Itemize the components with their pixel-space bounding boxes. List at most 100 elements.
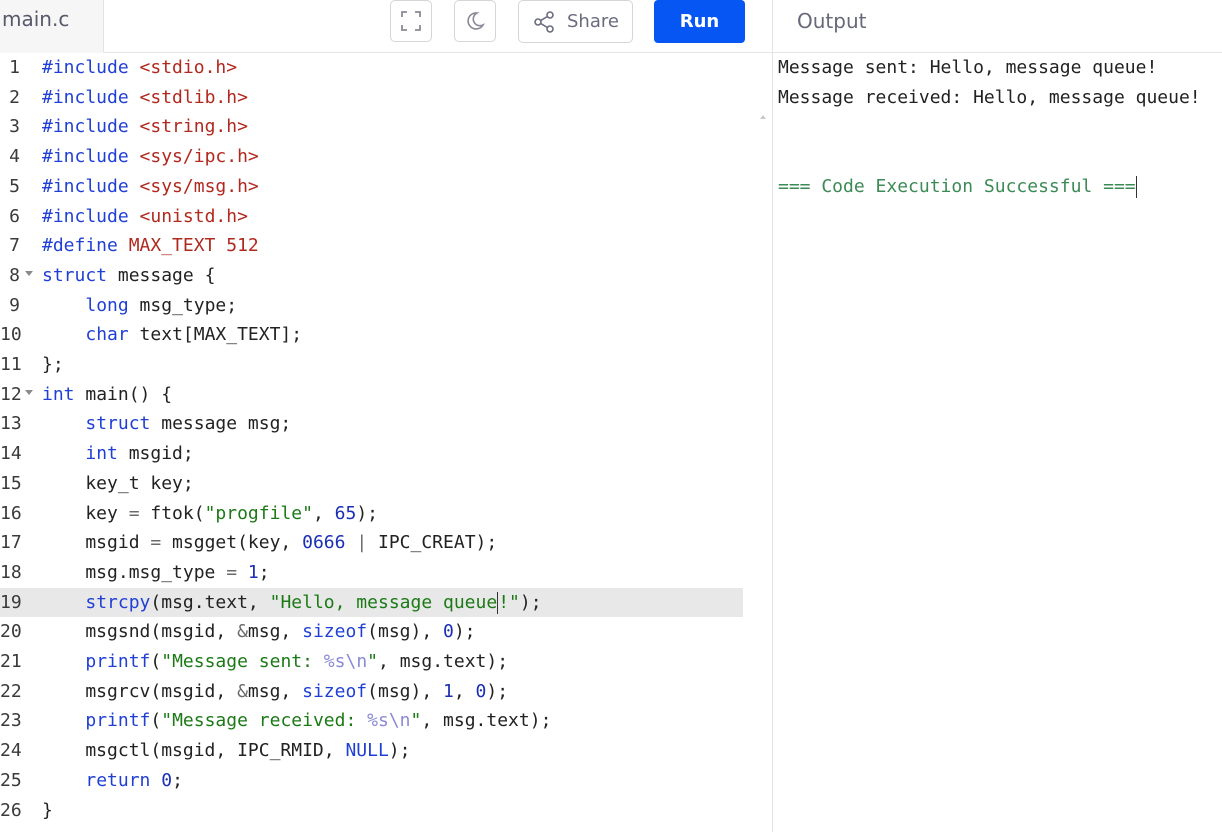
- line-number: 3: [9, 116, 20, 138]
- code-line[interactable]: 21 printf("Message sent: %s\n", msg.text…: [0, 647, 772, 677]
- output-line: Message sent: Hello, message queue!: [778, 57, 1158, 78]
- scroll-up-icon[interactable]: [760, 115, 766, 119]
- line-number: 1: [9, 57, 20, 78]
- line-number: 14: [0, 443, 22, 465]
- code-line[interactable]: 18 msg.msg_type = 1;: [0, 558, 772, 588]
- code-text: #include <stdlib.h>: [42, 86, 248, 108]
- code-text: key_t key;: [42, 472, 194, 494]
- code-line[interactable]: 7 #define MAX_TEXT 512: [0, 231, 772, 261]
- line-number: 17: [0, 532, 22, 554]
- code-line[interactable]: 19 strcpy(msg.text, "Hello, message queu…: [0, 587, 772, 618]
- top-bar: main.c Share Run Output: [0, 0, 1222, 53]
- line-number: 23: [0, 710, 22, 732]
- line-number: 8: [9, 264, 20, 286]
- line-number: 4: [9, 146, 20, 168]
- code-line[interactable]: 24 msgctl(msgid, IPC_RMID, NULL);: [0, 736, 772, 766]
- line-number: 6: [9, 205, 20, 227]
- code-line[interactable]: 3 #include <string.h>: [0, 112, 772, 142]
- code-editor[interactable]: 1 #include <stdio.h> 2 #include <stdlib.h> 3…: [0, 53, 772, 832]
- share-button[interactable]: Share: [518, 0, 633, 43]
- code-text: #include <unistd.h>: [42, 205, 248, 227]
- line-number: 11: [0, 354, 22, 375]
- code-line[interactable]: 10 char text[MAX_TEXT];: [0, 320, 772, 350]
- text-cursor: [1135, 175, 1137, 198]
- code-text: struct message {: [42, 264, 216, 286]
- code-line[interactable]: 8 struct message {: [0, 261, 772, 291]
- code-line[interactable]: 20 msgsnd(msgid, &msg, sizeof(msg), 0);: [0, 617, 772, 647]
- code-line[interactable]: 1 #include <stdio.h>: [0, 53, 772, 83]
- file-tab-label: main.c: [2, 7, 70, 31]
- line-number: 10: [0, 324, 22, 346]
- code-line[interactable]: 12 int main() {: [0, 380, 772, 410]
- code-text: msg.msg_type = 1;: [42, 561, 270, 583]
- line-number: 22: [0, 680, 22, 702]
- code-text: return 0;: [85, 769, 183, 791]
- run-button[interactable]: Run: [654, 0, 745, 43]
- line-number: 20: [0, 621, 22, 643]
- line-number: 19: [0, 591, 22, 613]
- line-number: 25: [0, 769, 22, 791]
- code-text: key = ftok("progfile", 65);: [42, 502, 379, 524]
- code-line[interactable]: 15 key_t key;: [0, 469, 772, 499]
- code-text: msgsnd(msgid, &msg, sizeof(msg), 0);: [42, 621, 476, 643]
- code-line[interactable]: 5 #include <sys/msg.h>: [0, 172, 772, 202]
- code-text: int main() {: [42, 383, 173, 405]
- line-number: 16: [0, 502, 22, 524]
- code-line[interactable]: 13 struct message msg;: [0, 409, 772, 439]
- execution-status: === Code Execution Successful ===: [778, 172, 1137, 202]
- code-line[interactable]: 25 return 0;: [0, 766, 772, 796]
- fold-toggle-icon[interactable]: [25, 270, 33, 276]
- line-number: 12: [0, 383, 22, 405]
- output-line: Message received: Hello, message queue!: [778, 86, 1201, 108]
- theme-toggle-button[interactable]: [454, 0, 496, 42]
- execution-status-text: === Code Execution Successful ===: [778, 175, 1136, 197]
- code-text: };: [42, 354, 64, 375]
- code-line[interactable]: 9 long msg_type;: [0, 291, 772, 321]
- code-text: long msg_type;: [85, 294, 238, 316]
- code-text: }: [42, 799, 53, 821]
- code-text: printf("Message received: %s\n", msg.tex…: [85, 710, 552, 732]
- code-text: #include <string.h>: [42, 116, 248, 138]
- share-icon: [534, 10, 554, 33]
- line-number: 15: [0, 472, 22, 494]
- code-text: msgrcv(msgid, &msg, sizeof(msg), 1, 0);: [42, 680, 509, 702]
- code-text: #include <sys/ipc.h>: [42, 146, 259, 168]
- line-number: 18: [0, 561, 22, 583]
- fullscreen-icon: [401, 11, 421, 31]
- code-line[interactable]: 11};: [0, 350, 772, 380]
- line-number: 21: [0, 651, 22, 672]
- share-label: Share: [567, 11, 619, 32]
- line-number: 24: [0, 740, 22, 762]
- code-text: struct message msg;: [85, 413, 292, 435]
- code-line[interactable]: 16 key = ftok("progfile", 65);: [0, 499, 772, 529]
- code-text: msgctl(msgid, IPC_RMID, NULL);: [42, 740, 411, 762]
- line-number: 2: [9, 86, 20, 108]
- code-text: printf("Message sent: %s\n", msg.text);: [85, 651, 509, 672]
- line-number: 13: [0, 413, 22, 435]
- line-number: 9: [9, 294, 20, 316]
- line-number: 7: [9, 235, 20, 257]
- line-number: 26: [0, 799, 22, 821]
- code-line[interactable]: 14 int msgid;: [0, 439, 772, 469]
- fullscreen-button[interactable]: [390, 0, 432, 42]
- code-text: strcpy(msg.text, "Hello, message queue!"…: [85, 591, 542, 614]
- output-panel: Message sent: Hello, message queue! Mess…: [773, 53, 1222, 832]
- moon-icon: [467, 12, 486, 30]
- code-line[interactable]: 23 printf("Message received: %s\n", msg.…: [0, 706, 772, 736]
- code-text: msgid = msgget(key, 0666 | IPC_CREAT);: [42, 532, 498, 554]
- run-label: Run: [679, 11, 720, 32]
- line-number: 5: [9, 175, 20, 197]
- code-line[interactable]: 26}: [0, 796, 772, 826]
- text-cursor: [497, 591, 499, 614]
- output-title: Output: [797, 9, 867, 33]
- code-line[interactable]: 4 #include <sys/ipc.h>: [0, 142, 772, 172]
- code-line[interactable]: 22 msgrcv(msgid, &msg, sizeof(msg), 1, 0…: [0, 677, 772, 707]
- file-tab[interactable]: main.c: [0, 0, 104, 53]
- code-line[interactable]: 17 msgid = msgget(key, 0666 | IPC_CREAT)…: [0, 528, 772, 558]
- fold-toggle-icon[interactable]: [25, 389, 33, 395]
- code-line[interactable]: 6 #include <unistd.h>: [0, 202, 772, 232]
- code-line[interactable]: 2 #include <stdlib.h>: [0, 83, 772, 113]
- output-header: Output: [773, 0, 1222, 53]
- code-text: #include <sys/msg.h>: [42, 175, 259, 197]
- code-text: int msgid;: [85, 443, 194, 465]
